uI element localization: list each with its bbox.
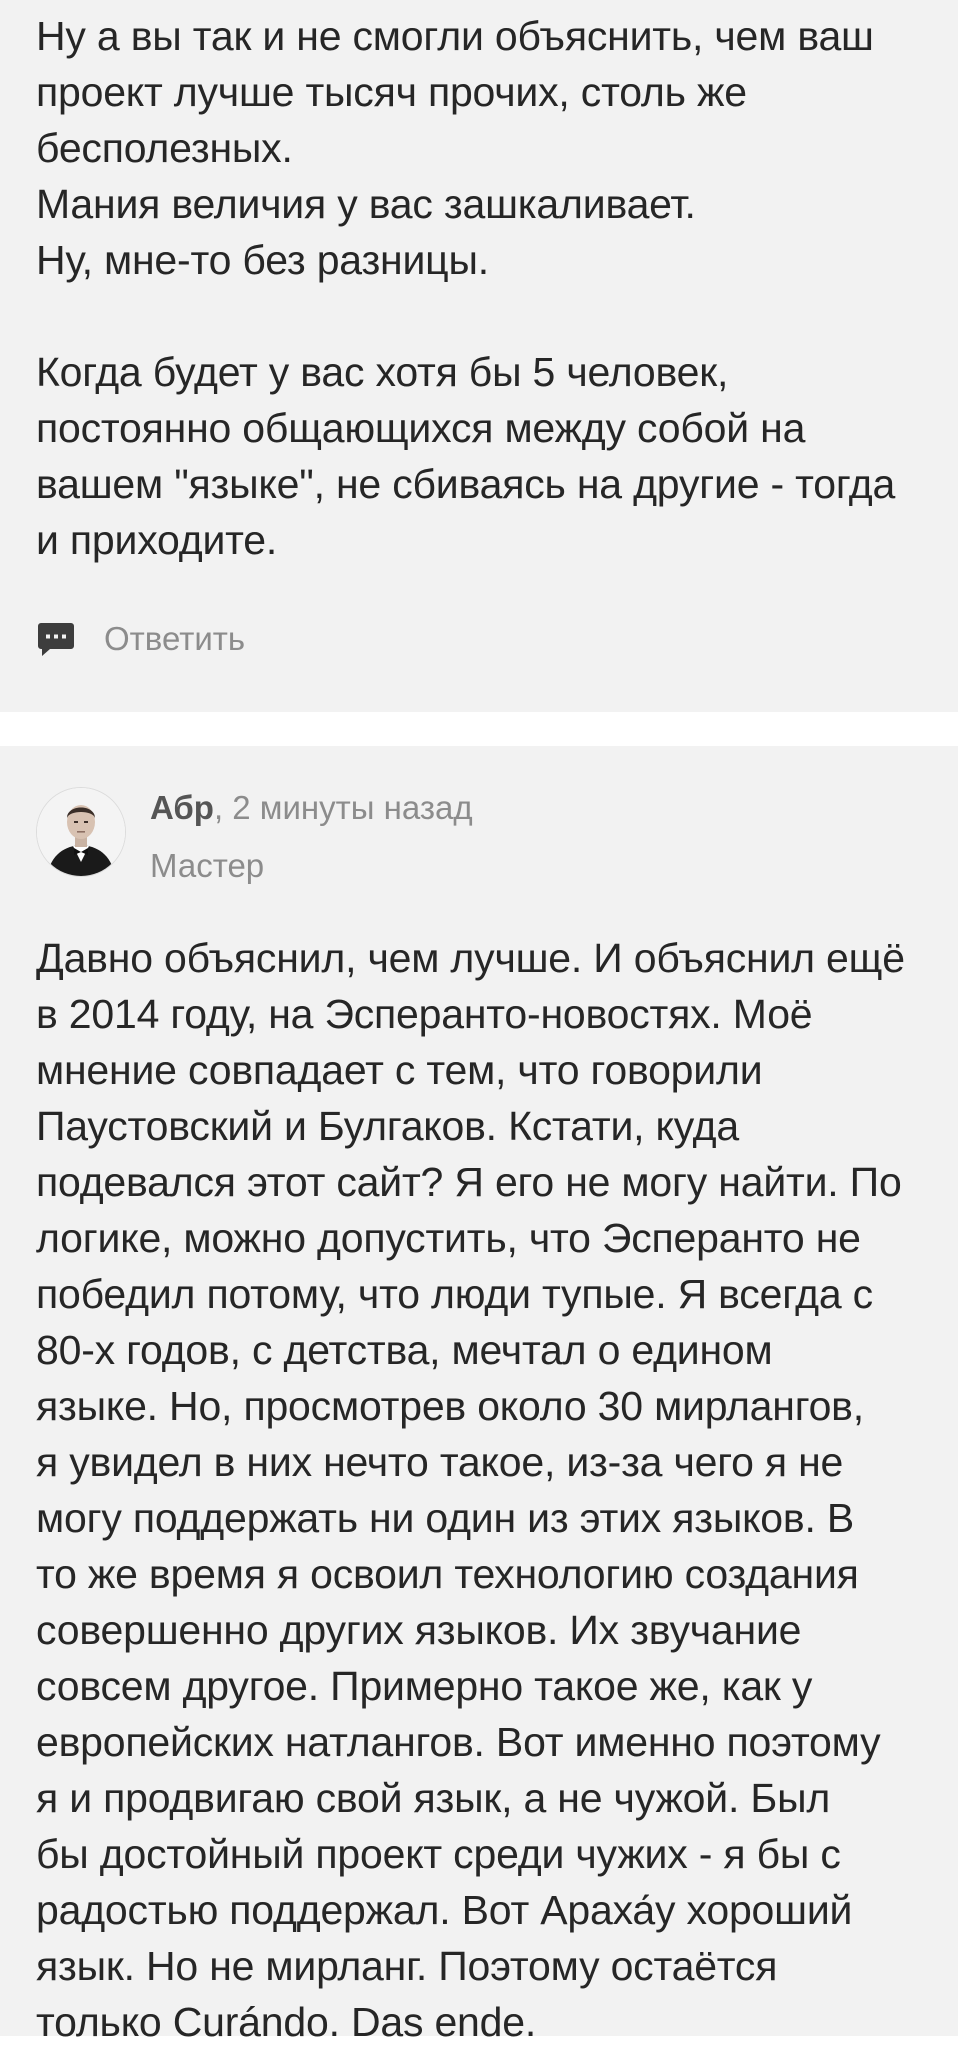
reply-button[interactable]: Ответить — [36, 615, 920, 663]
author-line: Абр, 2 минуты назад — [150, 786, 473, 830]
comment-header: Абр, 2 минуты назад Мастер — [36, 784, 928, 888]
comment-card-1: Ну а вы так и не смогли объяснить, чем в… — [0, 0, 958, 712]
comment-card-2: Абр, 2 минуты назад Мастер Давно объясни… — [0, 746, 958, 2045]
comment-text: Ну а вы так и не смогли объяснить, чем в… — [36, 13, 896, 563]
reply-label: Ответить — [104, 620, 246, 657]
author-name[interactable]: Абр — [150, 789, 214, 826]
avatar[interactable] — [36, 787, 126, 877]
author-meta: Абр, 2 минуты назад Мастер — [150, 786, 473, 888]
comment-text: Давно объяснил, чем лучше. И объяснил ещ… — [36, 935, 905, 2045]
author-rank: Мастер — [150, 847, 265, 884]
comment-bubble-icon — [36, 619, 76, 659]
comment-time: , 2 минуты назад — [213, 789, 473, 826]
